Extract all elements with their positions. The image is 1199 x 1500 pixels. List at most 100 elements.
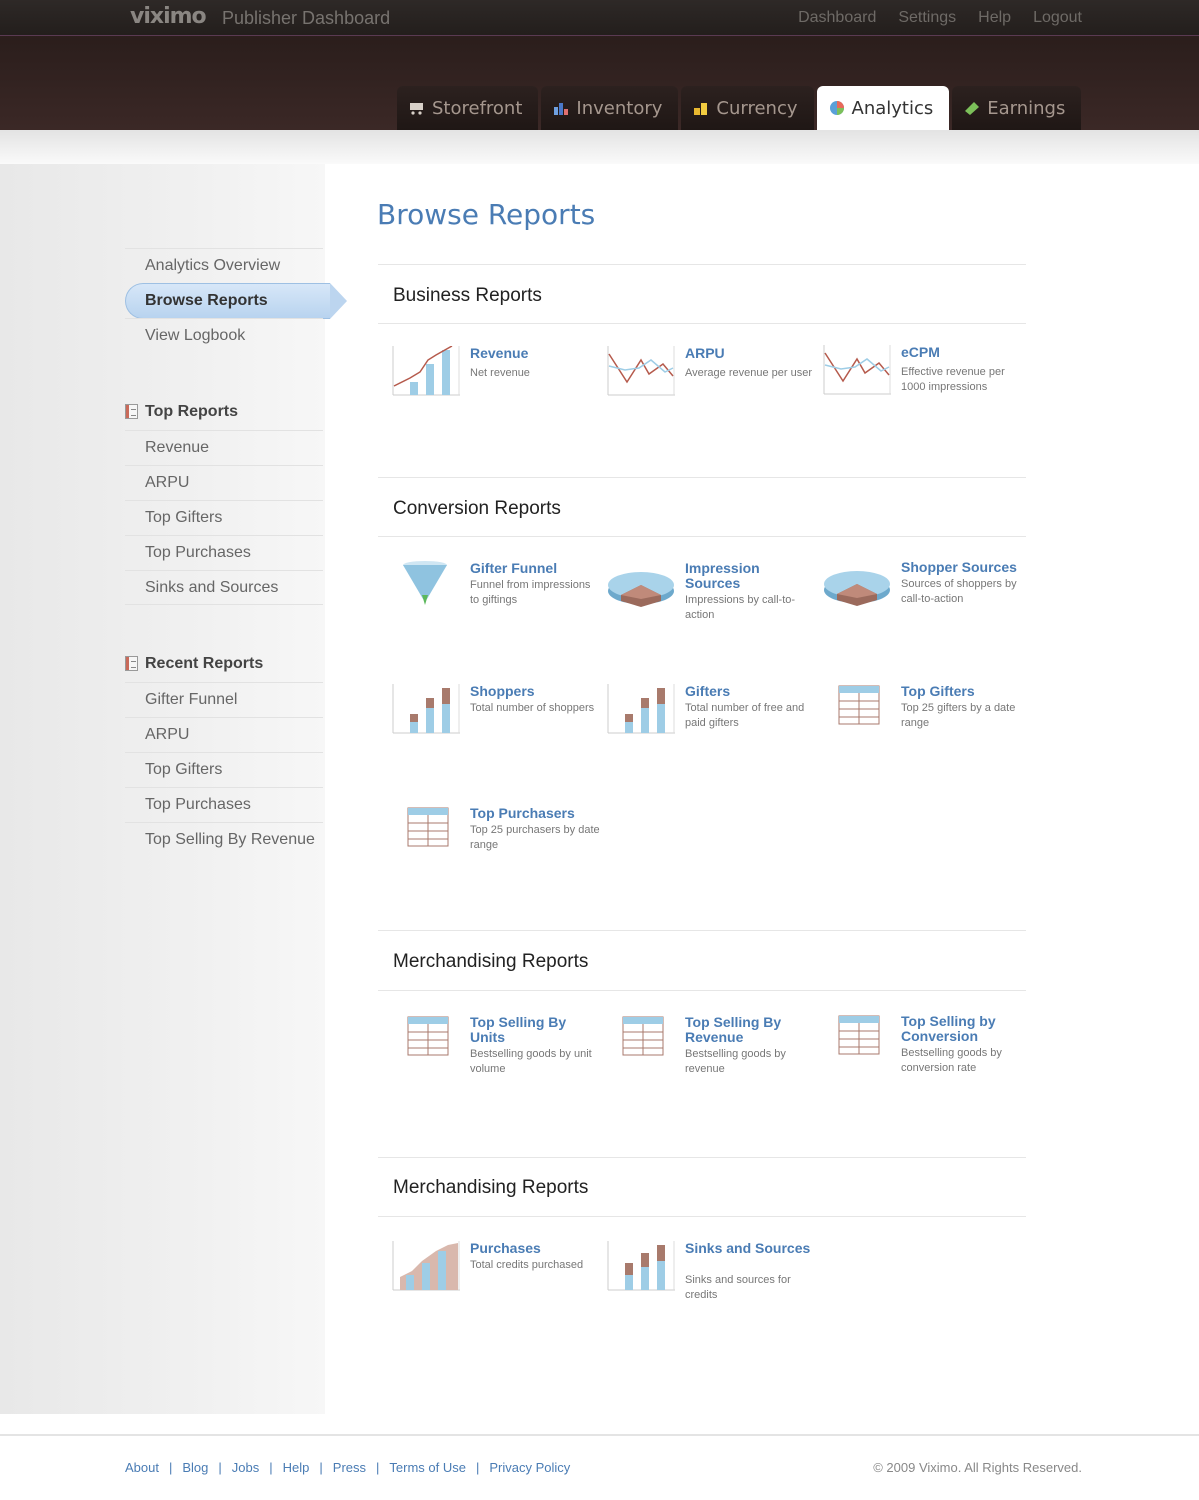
- top-bar: viximo Publisher Dashboard Dashboard Set…: [0, 0, 1199, 36]
- footer-link-blog[interactable]: Blog: [182, 1460, 208, 1475]
- footer-link-terms[interactable]: Terms of Use: [389, 1460, 466, 1475]
- sidebar-item-label: Top Purchases: [145, 796, 251, 813]
- footer-link-privacy[interactable]: Privacy Policy: [489, 1460, 570, 1475]
- footer-link-about[interactable]: About: [125, 1460, 159, 1475]
- line-chart-icon: [607, 346, 675, 396]
- sidebar-item-label: Revenue: [145, 439, 210, 456]
- pie-chart-icon: [607, 561, 675, 611]
- notebook-icon: [125, 656, 138, 671]
- top-link-logout[interactable]: Logout: [1033, 9, 1082, 27]
- line-bar-chart-icon: [392, 345, 460, 396]
- pie-chart-icon: [823, 560, 891, 610]
- report-title: Top Purchasers: [470, 805, 575, 821]
- section-heading: Recent Reports: [145, 655, 264, 672]
- bar-chart-icon: [392, 684, 460, 734]
- sidebar-item-label: Gifter Funnel: [145, 691, 238, 708]
- sidebar-item-sinks-and-sources[interactable]: Sinks and Sources: [125, 570, 323, 605]
- report-top-purchasers[interactable]: Top Purchasers Top 25 purchasers by date…: [392, 806, 602, 886]
- report-top-gifters[interactable]: Top Gifters Top 25 gifters by a date ran…: [823, 684, 1033, 764]
- report-desc: Effective revenue per 1000 impressions: [901, 366, 1005, 393]
- report-desc: Impressions by call-to-action: [685, 594, 796, 621]
- report-title: eCPM: [901, 344, 940, 360]
- top-reports-heading: Top Reports: [125, 395, 323, 430]
- sidebar-item-gifter-funnel[interactable]: Gifter Funnel: [125, 682, 323, 717]
- report-desc: Sinks and sources for credits: [685, 1274, 791, 1301]
- table-icon: [823, 684, 891, 734]
- tab-label: Currency: [716, 97, 798, 119]
- footer-link-jobs[interactable]: Jobs: [232, 1460, 259, 1475]
- tab-inventory[interactable]: Inventory: [541, 86, 679, 130]
- sidebar-item-top-purchases-recent[interactable]: Top Purchases: [125, 787, 323, 822]
- report-desc: Bestselling goods by conversion rate: [901, 1047, 1002, 1074]
- sidebar-item-arpu[interactable]: ARPU: [125, 465, 323, 500]
- footer-separator: |: [269, 1460, 273, 1475]
- report-desc: Sources of shoppers by call-to-action: [901, 578, 1017, 605]
- sidebar-item-label: View Logbook: [145, 327, 246, 344]
- report-purchases[interactable]: Purchases Total credits purchased: [392, 1241, 602, 1321]
- report-title: Shoppers: [470, 683, 535, 699]
- report-top-selling-by-units[interactable]: Top Selling By Units Bestselling goods b…: [392, 1015, 602, 1095]
- sidebar-item-view-logbook[interactable]: View Logbook: [125, 318, 323, 353]
- header: viximo Publisher Dashboard Dashboard Set…: [0, 0, 1199, 130]
- report-desc: Total credits purchased: [470, 1259, 584, 1271]
- sidebar-item-label: Top Selling By Revenue: [145, 831, 315, 848]
- divider: [378, 323, 1026, 324]
- report-sinks-and-sources[interactable]: Sinks and Sources Sinks and sources for …: [607, 1241, 817, 1321]
- sidebar-item-arpu-recent[interactable]: ARPU: [125, 717, 323, 752]
- sidebar-item-label: Top Gifters: [145, 509, 223, 526]
- report-title: Impression Sources: [685, 560, 760, 591]
- tab-label: Earnings: [987, 97, 1066, 119]
- sidebar-item-label: Browse Reports: [145, 292, 268, 309]
- sidebar-item-top-gifters[interactable]: Top Gifters: [125, 500, 323, 535]
- sidebar-item-revenue[interactable]: Revenue: [125, 430, 323, 465]
- copyright: © 2009 Viximo. All Rights Reserved.: [873, 1460, 1082, 1475]
- footer-link-help[interactable]: Help: [283, 1460, 310, 1475]
- table-icon: [392, 1015, 460, 1065]
- divider: [378, 477, 1026, 478]
- report-revenue[interactable]: Revenue Net revenue: [392, 345, 602, 426]
- report-shoppers[interactable]: Shoppers Total number of shoppers: [392, 684, 602, 764]
- footer-separator: |: [218, 1460, 222, 1475]
- report-impression-sources[interactable]: Impression Sources Impressions by call-t…: [607, 561, 817, 641]
- divider: [378, 264, 1026, 265]
- report-ecpm[interactable]: eCPM Effective revenue per 1000 impressi…: [823, 345, 1033, 425]
- report-gifters[interactable]: Gifters Total number of free and paid gi…: [607, 684, 817, 764]
- tab-storefront[interactable]: Storefront: [397, 86, 539, 130]
- report-title: Purchases: [470, 1240, 541, 1256]
- tab-earnings[interactable]: Earnings: [952, 86, 1082, 130]
- sidebar-item-top-selling-by-revenue[interactable]: Top Selling By Revenue: [125, 822, 323, 857]
- top-links: Dashboard Settings Help Logout: [798, 9, 1082, 27]
- report-top-selling-by-revenue[interactable]: Top Selling By Revenue Bestselling goods…: [607, 1015, 817, 1095]
- top-link-settings[interactable]: Settings: [898, 9, 956, 27]
- coins-icon: [693, 100, 709, 116]
- report-title: Top Gifters: [901, 683, 975, 699]
- notebook-icon: [125, 404, 138, 419]
- footer-link-press[interactable]: Press: [333, 1460, 366, 1475]
- report-title: Gifter Funnel: [470, 560, 558, 576]
- main-tabs: Storefront Inventory Currency Analytics …: [397, 86, 1082, 130]
- section-title: Business Reports: [393, 285, 542, 306]
- sidebar-item-browse-reports[interactable]: Browse Reports: [125, 283, 347, 319]
- sidebar-item-analytics-overview[interactable]: Analytics Overview: [125, 248, 323, 283]
- top-link-help[interactable]: Help: [978, 9, 1011, 27]
- tab-label: Storefront: [432, 97, 523, 119]
- sidebar-item-label: ARPU: [145, 474, 190, 491]
- sidebar-item-label: Analytics Overview: [145, 257, 281, 274]
- logo[interactable]: viximo: [130, 4, 207, 29]
- divider: [378, 990, 1026, 991]
- report-shopper-sources[interactable]: Shopper Sources Sources of shoppers by c…: [823, 560, 1033, 640]
- active-arrow: [330, 283, 347, 319]
- tab-currency[interactable]: Currency: [681, 86, 814, 130]
- sidebar-item-top-purchases[interactable]: Top Purchases: [125, 535, 323, 570]
- sidebar-item-label: Top Gifters: [145, 761, 223, 778]
- sidebar-item-top-gifters-recent[interactable]: Top Gifters: [125, 752, 323, 787]
- top-link-dashboard[interactable]: Dashboard: [798, 9, 876, 27]
- section-heading: Top Reports: [145, 403, 239, 420]
- report-gifter-funnel[interactable]: Gifter Funnel Funnel from impressions to…: [392, 561, 602, 641]
- report-top-selling-by-conversion[interactable]: Top Selling by Conversion Bestselling go…: [823, 1014, 1033, 1094]
- report-arpu[interactable]: ARPU Average revenue per user: [607, 346, 817, 426]
- report-desc: Top 25 gifters by a date range: [901, 702, 1016, 729]
- divider: [378, 1216, 1026, 1217]
- tab-analytics[interactable]: Analytics: [816, 86, 950, 130]
- footer-separator: |: [168, 1460, 173, 1475]
